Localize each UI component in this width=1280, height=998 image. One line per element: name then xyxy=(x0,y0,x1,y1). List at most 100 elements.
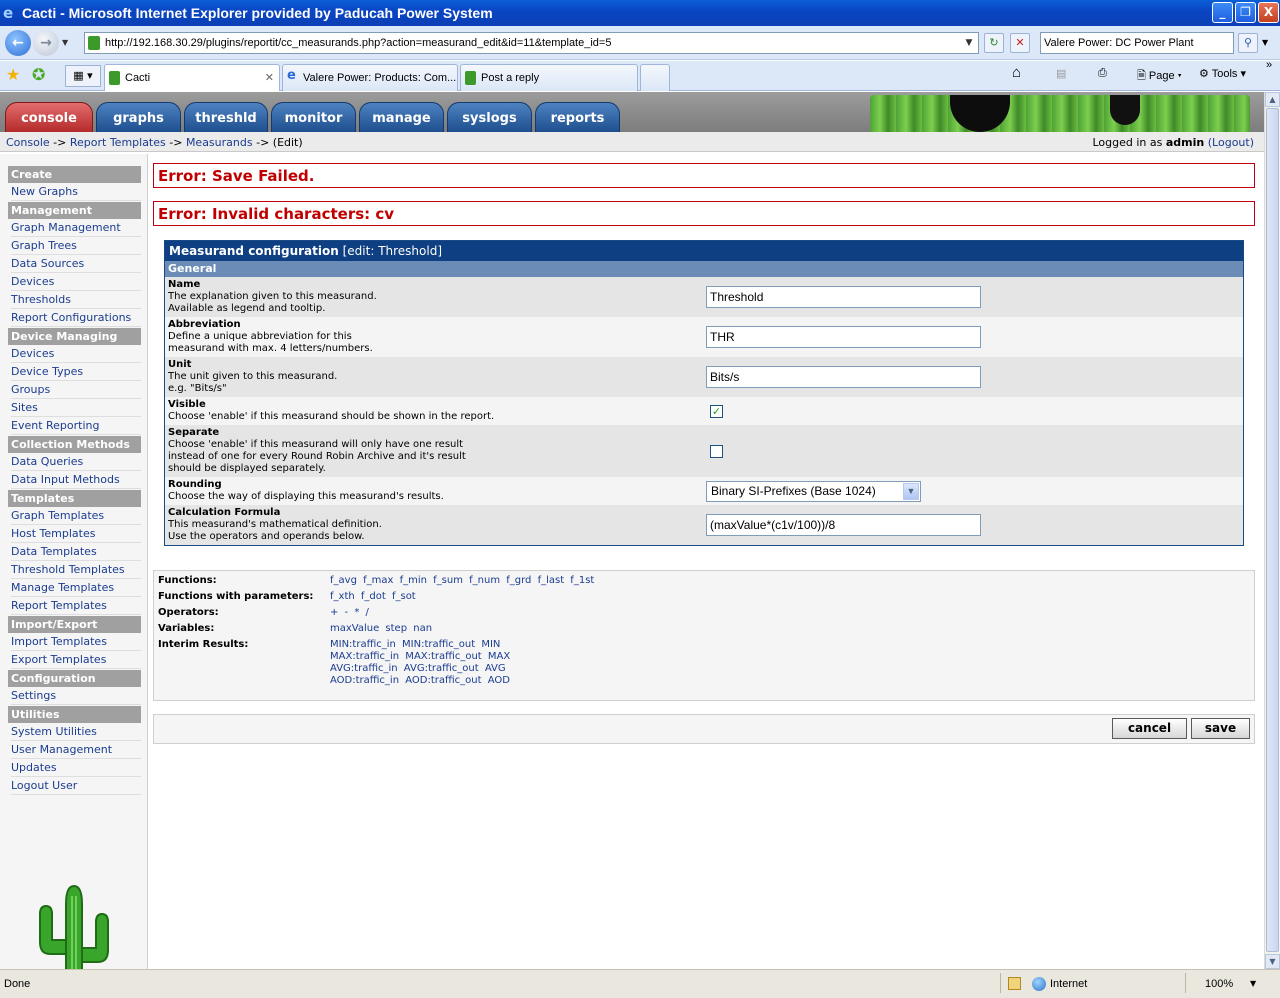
sidebar-item-system-utilities[interactable]: System Utilities xyxy=(11,724,141,741)
sidebar-item-host-templates[interactable]: Host Templates xyxy=(11,526,141,543)
sidebar-item-export-templates[interactable]: Export Templates xyxy=(11,652,141,669)
sidebar-item-user-management[interactable]: User Management xyxy=(11,742,141,759)
logout-link[interactable]: (Logout) xyxy=(1208,136,1254,149)
cancel-button[interactable]: cancel xyxy=(1112,718,1187,739)
new-tab-button[interactable] xyxy=(640,64,670,91)
search-options-dropdown-icon[interactable]: ▼ xyxy=(1262,38,1268,47)
back-button[interactable]: ← xyxy=(5,30,31,56)
tab-graphs[interactable]: graphs xyxy=(96,102,181,132)
sidebar-item-data-input-methods[interactable]: Data Input Methods xyxy=(11,472,141,489)
separate-checkbox[interactable] xyxy=(710,445,723,458)
tab-console[interactable]: console xyxy=(5,102,93,132)
sidebar-item-graph-trees[interactable]: Graph Trees xyxy=(11,238,141,255)
tab-manage[interactable]: manage xyxy=(359,102,444,132)
browser-tab-post-reply[interactable]: Post a reply xyxy=(460,64,638,91)
sidebar-item-event-reporting[interactable]: Event Reporting xyxy=(11,418,141,435)
refresh-button[interactable]: ↻ xyxy=(984,33,1004,53)
sidebar-item-devices[interactable]: Devices xyxy=(11,274,141,291)
breadcrumb-console[interactable]: Console xyxy=(6,136,50,149)
breadcrumb-measurands[interactable]: Measurands xyxy=(186,136,253,149)
page-menu[interactable]: 🗎 Page ▾ xyxy=(1137,67,1182,86)
sidebar-item-new-graphs[interactable]: New Graphs xyxy=(11,184,141,201)
tab-threshld[interactable]: threshld xyxy=(184,102,268,132)
quick-tabs-button[interactable]: ▦ ▾ xyxy=(65,65,101,87)
sidebar-item-dm-devices[interactable]: Devices xyxy=(11,346,141,363)
sidebar-item-report-configurations[interactable]: Report Configurations xyxy=(11,310,141,327)
separate-label: Separate xyxy=(168,427,220,438)
tab-reports[interactable]: reports xyxy=(535,102,620,132)
login-user: admin xyxy=(1165,136,1205,149)
unit-desc: e.g. "Bits/s" xyxy=(168,383,227,394)
sidebar-item-sites[interactable]: Sites xyxy=(11,400,141,417)
home-icon[interactable]: ⌂ xyxy=(1012,64,1021,81)
functions-list[interactable]: f_avg f_max f_min f_sum f_num f_grd f_la… xyxy=(330,575,594,586)
save-button[interactable]: save xyxy=(1191,718,1250,739)
sidebar-item-updates[interactable]: Updates xyxy=(11,760,141,777)
interim-results-aod[interactable]: AOD:traffic_in AOD:traffic_out AOD xyxy=(330,675,510,686)
tools-menu[interactable]: ⚙ Tools ▾ xyxy=(1199,67,1246,80)
chevron-down-icon[interactable]: ▼ xyxy=(903,483,919,500)
scroll-down-icon[interactable]: ▼ xyxy=(1265,954,1280,969)
breadcrumb-report-templates[interactable]: Report Templates xyxy=(70,136,166,149)
sidebar-item-graph-templates[interactable]: Graph Templates xyxy=(11,508,141,525)
menu-head-import-export: Import/Export xyxy=(8,616,141,633)
more-commands-icon[interactable]: » xyxy=(1266,59,1272,71)
menu-head-templates: Templates xyxy=(8,490,141,507)
sidebar-item-settings[interactable]: Settings xyxy=(11,688,141,705)
zoom-dropdown-icon[interactable]: ▼ xyxy=(1250,979,1256,988)
sidebar-item-thresholds[interactable]: Thresholds xyxy=(11,292,141,309)
unit-input[interactable]: Bits/s xyxy=(706,366,981,388)
tab-monitor[interactable]: monitor xyxy=(271,102,356,132)
scroll-thumb[interactable] xyxy=(1266,108,1279,952)
sidebar-item-graph-management[interactable]: Graph Management xyxy=(11,220,141,237)
page-icon: 🗎 xyxy=(1137,70,1146,82)
formula-input[interactable]: (maxValue*(c1v/100))/8 xyxy=(706,514,981,536)
sidebar-item-data-sources[interactable]: Data Sources xyxy=(11,256,141,273)
sidebar-item-data-templates[interactable]: Data Templates xyxy=(11,544,141,561)
close-tab-icon[interactable]: ✕ xyxy=(265,71,274,84)
recent-pages-dropdown-icon[interactable]: ▼ xyxy=(62,38,68,47)
sidebar-item-import-templates[interactable]: Import Templates xyxy=(11,634,141,651)
formula-desc: This measurand's mathematical definition… xyxy=(168,519,382,530)
feeds-icon[interactable]: ▤ xyxy=(1056,67,1066,80)
name-input[interactable]: Threshold xyxy=(706,286,981,308)
sidebar-item-groups[interactable]: Groups xyxy=(11,382,141,399)
favorites-star-icon[interactable]: ★ xyxy=(6,65,20,84)
cacti-favicon-icon xyxy=(109,71,120,85)
sidebar-item-manage-templates[interactable]: Manage Templates xyxy=(11,580,141,597)
minimize-button[interactable]: _ xyxy=(1212,2,1233,23)
tab-syslogs[interactable]: syslogs xyxy=(447,102,532,132)
address-toolbar: ← → ▼ http://192.168.30.29/plugins/repor… xyxy=(0,26,1280,60)
page-scrollbar[interactable]: ▲ ▼ xyxy=(1264,92,1280,969)
close-window-button[interactable]: X xyxy=(1258,2,1279,23)
abbreviation-input[interactable]: THR xyxy=(706,326,981,348)
address-dropdown-icon[interactable]: ▼ xyxy=(962,35,976,51)
interim-results-max[interactable]: MAX:traffic_in MAX:traffic_out MAX xyxy=(330,651,510,662)
rounding-select[interactable]: Binary SI-Prefixes (Base 1024) ▼ xyxy=(706,481,921,502)
sidebar-item-data-queries[interactable]: Data Queries xyxy=(11,454,141,471)
variables-list[interactable]: maxValue step nan xyxy=(330,623,432,634)
operators-list[interactable]: + - * / xyxy=(330,607,369,618)
interim-results-avg[interactable]: AVG:traffic_in AVG:traffic_out AVG xyxy=(330,663,506,674)
search-input[interactable]: Valere Power: DC Power Plant xyxy=(1040,32,1234,54)
print-icon[interactable]: ⎙ xyxy=(1098,67,1107,80)
visible-checkbox[interactable]: ✓ xyxy=(710,405,723,418)
interim-results-min[interactable]: MIN:traffic_in MIN:traffic_out MIN xyxy=(330,639,500,650)
browser-tab-cacti[interactable]: Cacti ✕ xyxy=(104,64,280,91)
row-rounding: Rounding Choose the way of displaying th… xyxy=(165,477,1243,505)
cacti-favicon-icon xyxy=(465,71,476,85)
sidebar-item-threshold-templates[interactable]: Threshold Templates xyxy=(11,562,141,579)
sidebar-item-report-templates[interactable]: Report Templates xyxy=(11,598,141,615)
browser-tab-valere[interactable]: e Valere Power: Products: Com... xyxy=(282,64,458,91)
scroll-up-icon[interactable]: ▲ xyxy=(1265,92,1280,107)
add-favorite-icon[interactable]: ✪ xyxy=(32,65,45,84)
functions-params-list[interactable]: f_xth f_dot f_sot xyxy=(330,591,416,602)
maximize-button[interactable]: ❐ xyxy=(1235,2,1256,23)
zoom-level[interactable]: 100% xyxy=(1205,978,1233,990)
sidebar-item-device-types[interactable]: Device Types xyxy=(11,364,141,381)
sidebar-item-logout-user[interactable]: Logout User xyxy=(11,778,141,795)
search-go-icon[interactable]: ⚲ xyxy=(1238,33,1258,53)
address-input[interactable]: http://192.168.30.29/plugins/reportit/cc… xyxy=(84,32,979,54)
forward-button[interactable]: → xyxy=(33,30,59,56)
stop-button[interactable]: ✕ xyxy=(1010,33,1030,53)
